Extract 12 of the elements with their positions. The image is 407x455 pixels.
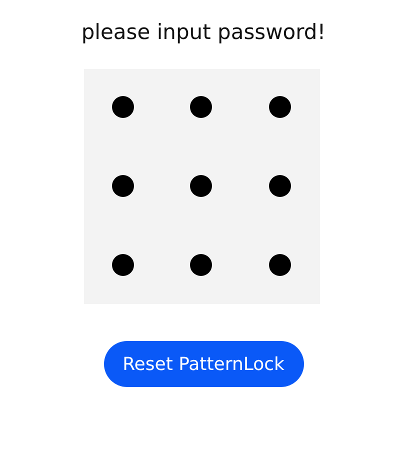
pattern-dot[interactable] xyxy=(190,254,212,276)
pattern-dot[interactable] xyxy=(269,175,291,197)
pattern-dot[interactable] xyxy=(269,96,291,118)
pattern-dot[interactable] xyxy=(112,254,134,276)
pattern-dot[interactable] xyxy=(190,96,212,118)
prompt-text: please input password! xyxy=(81,19,326,46)
reset-button[interactable]: Reset PatternLock xyxy=(104,341,304,387)
pattern-dot[interactable] xyxy=(112,96,134,118)
pattern-dot[interactable] xyxy=(269,254,291,276)
pattern-dot[interactable] xyxy=(112,175,134,197)
pattern-dot[interactable] xyxy=(190,175,212,197)
pattern-lock-pad[interactable] xyxy=(84,69,320,304)
